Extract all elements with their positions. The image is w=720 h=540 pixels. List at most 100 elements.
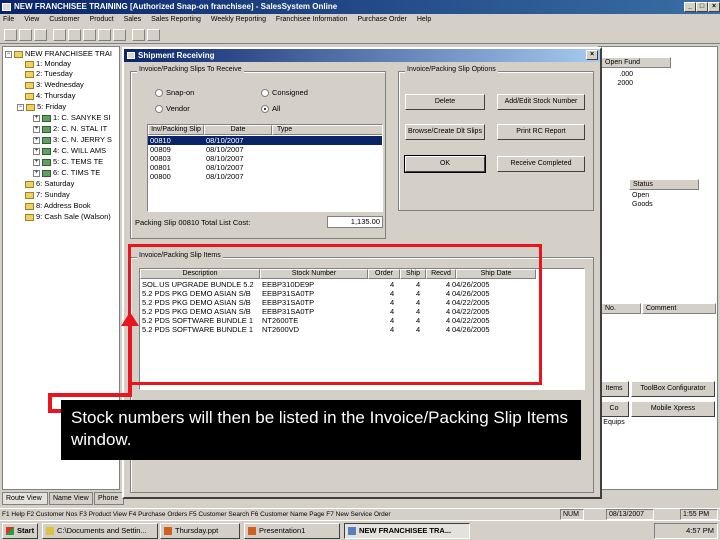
toolbar [0, 26, 720, 44]
app-icon [348, 527, 356, 535]
menu-help[interactable]: Help [417, 16, 431, 23]
menu-franchisee-information[interactable]: Franchisee Information [276, 16, 348, 23]
toolbar-save-icon[interactable] [34, 29, 47, 41]
toolbar-customer-icon[interactable] [83, 29, 96, 41]
radio-vendor[interactable]: Vendor [155, 104, 190, 114]
mobile-xpress-button[interactable]: Mobile Xpress [631, 401, 715, 417]
minimize-button[interactable]: _ [684, 2, 696, 12]
customer-icon [42, 114, 51, 122]
toolbar-order-icon[interactable] [113, 29, 126, 41]
folder-icon [26, 103, 35, 111]
radio-all[interactable]: All [261, 104, 280, 114]
tree-item[interactable]: +1: C. SANYKE SI [33, 113, 111, 123]
taskbar-item-thursday[interactable]: Thursday.ppt [160, 523, 240, 539]
slip-row[interactable]: 00803 08/10/2007 [148, 154, 382, 163]
tree-item[interactable]: 2: Tuesday [25, 69, 73, 79]
slip-row[interactable]: 00809 08/10/2007 [148, 145, 382, 154]
collapse-icon[interactable]: − [17, 103, 24, 111]
close-button[interactable]: × [708, 2, 720, 12]
tree-item[interactable]: +2: C. N. STAL IT [33, 124, 107, 134]
comment-header: Comment [642, 303, 716, 314]
tree-item[interactable]: −5: Friday [17, 102, 66, 112]
expand-icon[interactable]: + [33, 147, 40, 155]
expand-icon[interactable]: + [33, 114, 40, 122]
tree-item[interactable]: 9: Cash Sale (Walson) [25, 212, 111, 222]
radio-consigned[interactable]: Consigned [261, 88, 308, 98]
status-hint: F1 Help F2 Customer Nos F3 Product View … [2, 511, 391, 518]
receive-completed-button[interactable]: Receive Completed [497, 156, 585, 172]
toolbar-open-icon[interactable] [19, 29, 32, 41]
tree-item[interactable]: +3: C. N. JERRY S [33, 135, 112, 145]
toolbox-configurator-button[interactable]: ToolBox Configurator [631, 381, 715, 397]
expand-icon[interactable]: + [33, 136, 40, 144]
radio-snap-on[interactable]: Snap-on [155, 88, 194, 98]
powerpoint-icon [248, 527, 256, 535]
tab-route-view[interactable]: Route View [2, 492, 48, 505]
folder-icon [25, 191, 34, 199]
view-tabs: Route View Name View Phone [2, 492, 132, 506]
browse-create-slips-button[interactable]: Browse/Create Dlt Slips [405, 124, 485, 140]
tree-item[interactable]: 7: Sunday [25, 190, 70, 200]
toolbar-help-icon[interactable] [147, 29, 160, 41]
total-list-cost-value: 1,135.00 [327, 216, 383, 228]
taskbar-item-presentation[interactable]: Presentation1 [244, 523, 340, 539]
menu-customer[interactable]: Customer [49, 16, 79, 23]
expand-icon[interactable]: + [33, 169, 40, 177]
column-header-date[interactable]: Date [204, 125, 272, 135]
tree-item[interactable]: 8: Address Book [25, 201, 91, 211]
menu-purchase-order[interactable]: Purchase Order [357, 16, 406, 23]
menu-weekly-reporting[interactable]: Weekly Reporting [211, 16, 266, 23]
customer-icon [42, 125, 51, 133]
toolbar-print-icon[interactable] [53, 29, 66, 41]
slip-row[interactable]: 00810 08/10/2007 [148, 136, 382, 145]
taskbar-item-sales-system[interactable]: NEW FRANCHISEE TRA... [344, 523, 470, 539]
menu-view[interactable]: View [24, 16, 39, 23]
maximize-button[interactable]: □ [696, 2, 708, 12]
radio-icon [155, 105, 163, 114]
folder-icon [25, 60, 34, 68]
tree-item[interactable]: 6: Saturday [25, 179, 74, 189]
tree-item[interactable]: 4: Thursday [25, 91, 75, 101]
toolbar-search-icon[interactable] [68, 29, 81, 41]
slip-row[interactable]: 00800 08/10/2007 [148, 172, 382, 181]
status-bar: F1 Help F2 Customer Nos F3 Product View … [0, 508, 720, 520]
status-time: 1:55 PM [680, 509, 718, 520]
ok-button[interactable]: OK [404, 155, 486, 173]
items-button[interactable]: Items [599, 381, 629, 397]
window-title: NEW FRANCHISEE TRAINING [Authorized Snap… [14, 2, 338, 11]
radio-icon [155, 89, 163, 98]
packing-slips-list[interactable]: Inv/Packing Slip Date Type 00810 08/10/20… [147, 124, 383, 212]
folder-icon [14, 50, 23, 58]
tree-root[interactable]: − NEW FRANCHISEE TRAI [5, 49, 112, 59]
menu-product[interactable]: Product [90, 16, 114, 23]
tab-phone[interactable]: Phone [94, 492, 124, 505]
menu-sales-reporting[interactable]: Sales Reporting [151, 16, 201, 23]
collapse-icon[interactable]: − [5, 50, 12, 58]
slip-row[interactable]: 00801 08/10/2007 [148, 163, 382, 172]
add-edit-stock-number-button[interactable]: Add/Edit Stock Number [497, 94, 585, 110]
delete-button[interactable]: Delete [405, 94, 485, 110]
arrow-shaft [128, 324, 132, 396]
menu-file[interactable]: File [3, 16, 14, 23]
slips-to-receive-label: Invoice/Packing Slips To Receive [137, 66, 244, 73]
tree-item[interactable]: +6: C. TIMS TE [33, 168, 100, 178]
tree-item[interactable]: +4: C. WILL AMS [33, 146, 106, 156]
tree-item[interactable]: +5: C. TEMS TE [33, 157, 103, 167]
toolbar-report-icon[interactable] [132, 29, 145, 41]
column-header-type[interactable]: Type [272, 125, 382, 135]
toolbar-product-icon[interactable] [98, 29, 111, 41]
start-button[interactable]: Start [2, 523, 38, 539]
menu-sales[interactable]: Sales [124, 16, 142, 23]
column-header-slip[interactable]: Inv/Packing Slip [148, 125, 204, 135]
print-rc-report-button[interactable]: Print RC Report [497, 124, 585, 140]
expand-icon[interactable]: + [33, 125, 40, 133]
co-equips-button[interactable]: Co Equips [599, 401, 629, 426]
dialog-close-button[interactable]: × [586, 50, 598, 60]
toolbar-new-icon[interactable] [4, 29, 17, 41]
tree-item[interactable]: 1: Monday [25, 59, 71, 69]
tree-item[interactable]: 3: Wednesday [25, 80, 84, 90]
taskbar-item-explorer[interactable]: C:\Documents and Settin... [42, 523, 158, 539]
expand-icon[interactable]: + [33, 158, 40, 166]
customer-icon [42, 136, 51, 144]
tab-name-view[interactable]: Name View [49, 492, 93, 505]
